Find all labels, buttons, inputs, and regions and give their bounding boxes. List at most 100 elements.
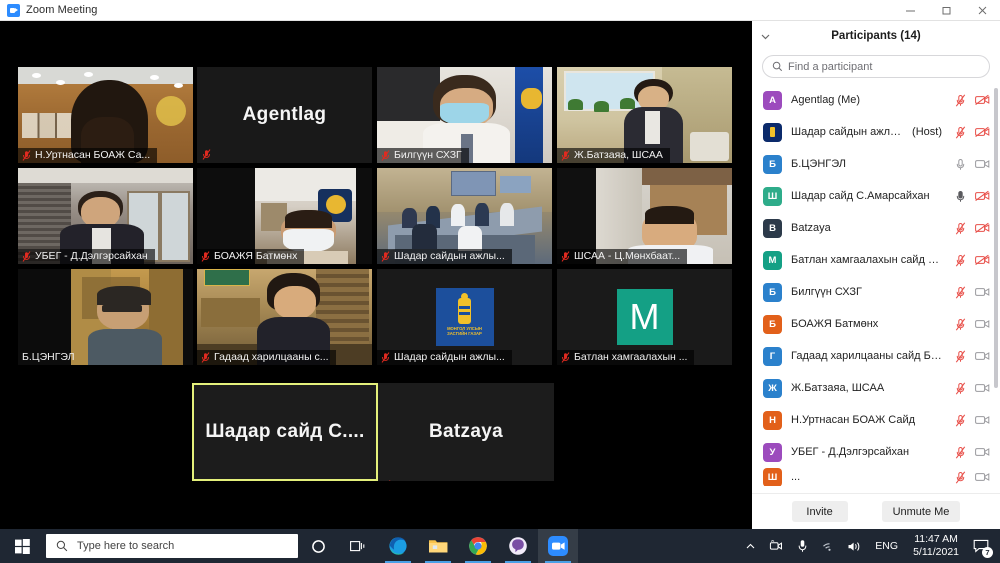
list-item[interactable]: M Батлан хамгаалахын сайд Г.Са... bbox=[752, 244, 1000, 276]
mic-muted-icon bbox=[201, 351, 210, 363]
taskbar-app-chrome[interactable] bbox=[458, 529, 498, 563]
list-item[interactable]: Ш Шадар сайд С.Амарсайхан bbox=[752, 180, 1000, 212]
video-tile[interactable]: Б.ЦЭНГЭЛ bbox=[18, 269, 193, 365]
video-on-icon[interactable] bbox=[975, 414, 990, 426]
language-indicator[interactable]: ENG bbox=[867, 540, 906, 552]
avatar-initial: Ш bbox=[767, 190, 778, 202]
video-on-icon[interactable] bbox=[975, 382, 990, 394]
list-item[interactable]: Б Б.ЦЭНГЭЛ bbox=[752, 148, 1000, 180]
video-tile-grid: Н.Уртнасан БОАЖ Са... Agentlag Билгүүн С… bbox=[0, 21, 752, 529]
participants-scrollbar[interactable] bbox=[994, 88, 998, 388]
video-tile[interactable]: M Батлан хамгаалахын ... bbox=[557, 269, 732, 365]
participant-name: Гадаад харилцааны сайд Б.Бат... bbox=[791, 350, 942, 362]
participants-list[interactable]: A Agentlag (Me) Шадар сайдын ажлын а... … bbox=[752, 84, 1000, 493]
maximize-button[interactable] bbox=[928, 0, 964, 21]
video-tile[interactable]: Batzaya bbox=[378, 383, 554, 481]
video-tile[interactable]: Agentlag bbox=[197, 67, 372, 163]
start-button[interactable] bbox=[0, 529, 44, 563]
task-view-icon[interactable] bbox=[338, 529, 378, 563]
video-tile[interactable]: Шадар сайдын ажлы... bbox=[377, 168, 552, 264]
list-item[interactable]: Ж Ж.Батзаяа, ШСАА bbox=[752, 372, 1000, 404]
mic-muted-icon[interactable] bbox=[955, 413, 966, 427]
mic-muted-icon[interactable] bbox=[955, 93, 966, 107]
avatar-initial: A bbox=[769, 94, 776, 106]
video-on-icon[interactable] bbox=[975, 318, 990, 330]
tile-nameplate: Шадар сайдын ажлы... bbox=[377, 249, 512, 264]
mic-on-icon[interactable] bbox=[955, 158, 966, 171]
magnifier-icon bbox=[56, 540, 68, 552]
speaker-icon[interactable] bbox=[841, 529, 867, 563]
zoom-meeting-window: Zoom Meeting Н.Уртнасан БОАЖ Са... Agent… bbox=[0, 0, 1000, 563]
unmute-me-button[interactable]: Unmute Me bbox=[881, 501, 961, 522]
mic-muted-icon[interactable] bbox=[955, 470, 966, 484]
action-center-icon[interactable]: 7 bbox=[966, 529, 996, 563]
tile-name: ШСАА - Ц.Мөнхбаат... bbox=[574, 250, 681, 262]
mic-muted-icon[interactable] bbox=[955, 125, 966, 139]
search-icon bbox=[772, 61, 783, 72]
video-off-icon[interactable] bbox=[975, 254, 990, 266]
invite-button[interactable]: Invite bbox=[791, 501, 848, 522]
list-item[interactable]: Шадар сайдын ажлын а... (Host) bbox=[752, 116, 1000, 148]
list-item[interactable]: B Batzaya bbox=[752, 212, 1000, 244]
taskbar-app-zoom[interactable] bbox=[538, 529, 578, 563]
video-off-icon[interactable] bbox=[975, 190, 990, 202]
list-item[interactable]: У УБЕГ - Д.Дэлгэрсайхан bbox=[752, 436, 1000, 468]
video-off-icon[interactable] bbox=[975, 126, 990, 138]
list-item[interactable]: Б Билгүүн СХЗГ bbox=[752, 276, 1000, 308]
participants-panel-header: Participants (14) bbox=[752, 21, 1000, 51]
mic-muted-icon[interactable] bbox=[955, 221, 966, 235]
video-tile[interactable]: Билгүүн СХЗГ bbox=[377, 67, 552, 163]
taskbar-app-file-explorer[interactable] bbox=[418, 529, 458, 563]
camera-icon[interactable] bbox=[763, 529, 789, 563]
video-tile[interactable]: Гадаад харилцааны с... bbox=[197, 269, 372, 365]
list-item[interactable]: Г Гадаад харилцааны сайд Б.Бат... bbox=[752, 340, 1000, 372]
participant-status-icons bbox=[955, 381, 990, 395]
video-on-icon[interactable] bbox=[975, 158, 990, 170]
video-on-icon[interactable] bbox=[975, 350, 990, 362]
video-on-icon[interactable] bbox=[975, 286, 990, 298]
taskbar-app-edge[interactable] bbox=[378, 529, 418, 563]
list-item[interactable]: Б БОАЖЯ Батмөнх bbox=[752, 308, 1000, 340]
video-tile[interactable]: ШСАА - Ц.Мөнхбаат... bbox=[557, 168, 732, 264]
list-item[interactable]: A Agentlag (Me) bbox=[752, 84, 1000, 116]
taskbar-app-viber[interactable] bbox=[498, 529, 538, 563]
mic-on-active-icon[interactable] bbox=[955, 190, 966, 203]
video-tile[interactable]: Ж.Батзаяа, ШСАА bbox=[557, 67, 732, 163]
list-item[interactable]: Ш ... bbox=[752, 468, 1000, 486]
participant-name: УБЕГ - Д.Дэлгэрсайхан bbox=[791, 446, 910, 458]
mic-muted-icon[interactable] bbox=[955, 381, 966, 395]
participants-panel-footer: Invite Unmute Me bbox=[752, 493, 1000, 529]
video-off-icon[interactable] bbox=[975, 94, 990, 106]
video-tile[interactable]: МОНГОЛ УЛСЫН ЗАСГИЙН ГАЗАР Шадар сайдын … bbox=[377, 269, 552, 365]
avatar-letter: M bbox=[629, 296, 660, 337]
wifi-icon[interactable] bbox=[815, 529, 841, 563]
cortana-circle-icon[interactable] bbox=[298, 529, 338, 563]
taskbar-search-input[interactable]: Type here to search bbox=[46, 534, 298, 558]
video-tile-active-speaker[interactable]: Шадар сайд С.... bbox=[192, 383, 378, 481]
chevron-up-icon[interactable] bbox=[737, 529, 763, 563]
mic-muted-icon[interactable] bbox=[955, 445, 966, 459]
windows-taskbar: Type here to search ENG 11:47 AM 5/11/20… bbox=[0, 529, 1000, 563]
microphone-icon[interactable] bbox=[789, 529, 815, 563]
mic-muted-icon[interactable] bbox=[955, 349, 966, 363]
search-input[interactable]: Find a participant bbox=[762, 55, 990, 78]
avatar-initial: B bbox=[769, 222, 776, 234]
participant-status-icons bbox=[955, 125, 990, 139]
avatar-initial: Б bbox=[769, 158, 776, 170]
list-item[interactable]: Н Н.Уртнасан БОАЖ Сайд bbox=[752, 404, 1000, 436]
video-on-icon[interactable] bbox=[975, 446, 990, 458]
tile-mute-indicator bbox=[382, 480, 391, 481]
clock[interactable]: 11:47 AM 5/11/2021 bbox=[906, 533, 966, 559]
zoom-icon bbox=[548, 536, 568, 556]
minimize-button[interactable] bbox=[892, 0, 928, 21]
video-tile[interactable]: БОАЖЯ Батмөнх bbox=[197, 168, 372, 264]
participant-name: БОАЖЯ Батмөнх bbox=[791, 318, 879, 330]
video-on-icon[interactable] bbox=[975, 471, 990, 483]
close-button[interactable] bbox=[964, 0, 1000, 21]
video-tile[interactable]: УБЕГ - Д.Дэлгэрсайхан bbox=[18, 168, 193, 264]
mic-muted-icon[interactable] bbox=[955, 317, 966, 331]
mic-muted-icon[interactable] bbox=[955, 285, 966, 299]
mic-muted-icon[interactable] bbox=[955, 253, 966, 267]
video-off-icon[interactable] bbox=[975, 222, 990, 234]
video-tile[interactable]: Н.Уртнасан БОАЖ Са... bbox=[18, 67, 193, 163]
